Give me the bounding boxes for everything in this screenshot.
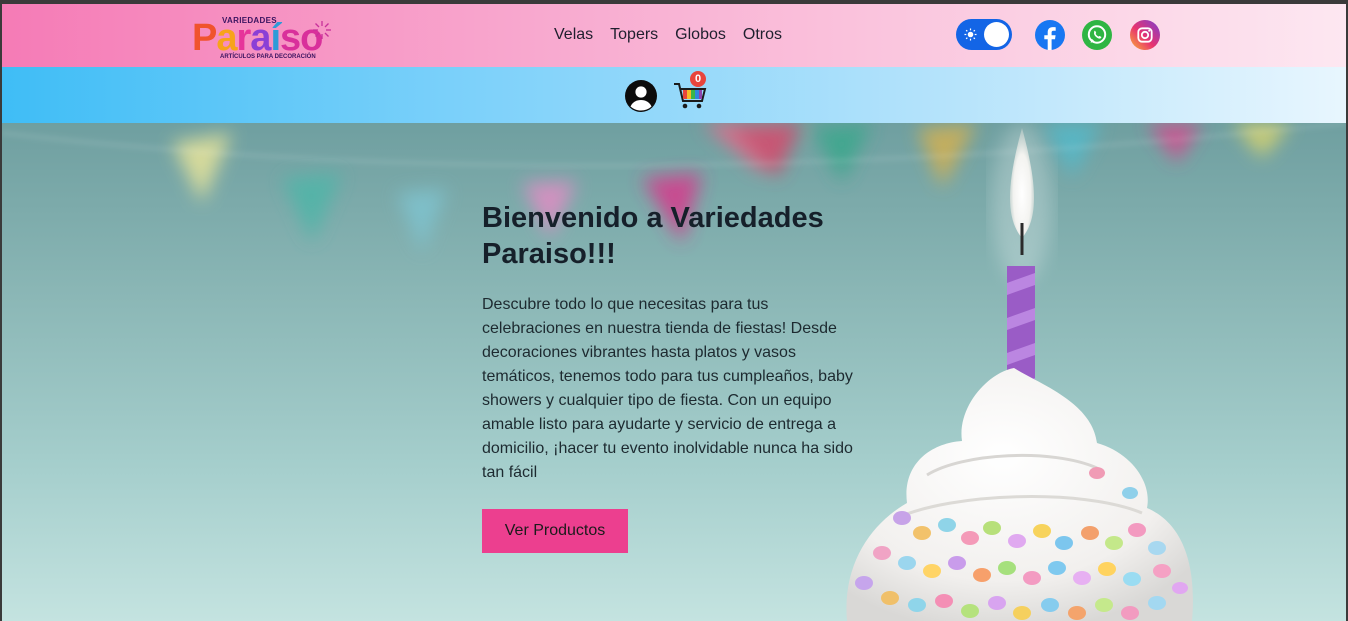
- ver-productos-button[interactable]: Ver Productos: [482, 509, 628, 553]
- nav-item-topers[interactable]: Topers: [610, 26, 658, 44]
- main-nav: Velas Topers Globos Otros: [554, 26, 782, 44]
- toggle-knob: [984, 22, 1009, 47]
- nav-item-otros[interactable]: Otros: [743, 26, 782, 44]
- logo-wordmark: Paraíso: [192, 17, 323, 59]
- logo-tagline: ARTÍCULOS PARA DECORACIÓN: [220, 54, 316, 60]
- account-bar: 0: [2, 67, 1346, 123]
- facebook-icon[interactable]: [1035, 20, 1065, 50]
- whatsapp-icon[interactable]: [1082, 20, 1112, 50]
- instagram-icon[interactable]: [1130, 20, 1160, 50]
- browser-viewport: VARIEDADES Paraíso ARTÍCULOS PARA DECORA…: [2, 4, 1346, 621]
- hero-section: Bienvenido a Variedades Paraiso!!! Descu…: [2, 123, 1346, 621]
- hero-title: Bienvenido a Variedades Paraiso!!!: [482, 202, 824, 270]
- top-navbar: VARIEDADES Paraíso ARTÍCULOS PARA DECORA…: [2, 4, 1346, 67]
- theme-toggle[interactable]: [956, 19, 1012, 50]
- user-circle-icon[interactable]: [624, 79, 658, 113]
- hero-description: Descubre todo lo que necesitas para tus …: [482, 296, 853, 481]
- nav-item-velas[interactable]: Velas: [554, 26, 593, 44]
- brand-logo[interactable]: VARIEDADES Paraíso ARTÍCULOS PARA DECORA…: [192, 14, 334, 62]
- nav-item-globos[interactable]: Globos: [675, 26, 726, 44]
- cart-count-badge: 0: [690, 71, 706, 87]
- sun-icon: [964, 28, 977, 41]
- firework-icon: [313, 21, 331, 39]
